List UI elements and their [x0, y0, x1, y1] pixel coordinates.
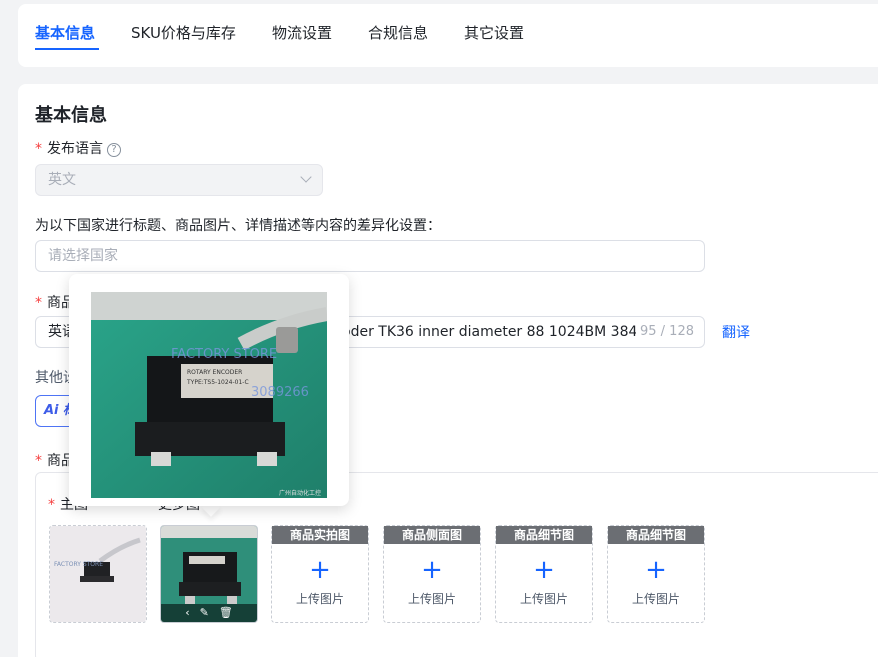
tab-sku-price-stock[interactable]: SKU价格与库存 [131, 22, 236, 43]
upload-text: 上传图片 [407, 592, 456, 606]
upload-slot-detail-2[interactable]: 商品细节图 + 上传图片 [607, 525, 705, 623]
photo-label-line: TYPE:TS5-1024-01-C [186, 379, 249, 386]
photo-caption: 广州自动化工控 [279, 489, 321, 497]
upload-text: 上传图片 [295, 592, 344, 606]
country-setting-label: 为以下国家进行标题、商品图片、详情描述等内容的差异化设置： [35, 218, 441, 234]
translate-link[interactable]: 翻译 [722, 322, 750, 342]
slot-header: 商品侧面图 [384, 526, 480, 544]
plus-icon: + [645, 555, 667, 585]
title-char-counter: 95 / 128 [636, 317, 694, 347]
section-title: 基本信息 [35, 105, 107, 126]
product-photo-large: ROTARY ENCODER TYPE:TS5-1024-01-C FACTOR… [91, 292, 327, 498]
product-image-thumbnail-hovered[interactable]: ‹ ✎ 🗑 [160, 525, 258, 623]
product-image-thumbnail[interactable]: FACTORY STORE [49, 525, 147, 623]
watermark-text: FACTORY STORE [171, 347, 277, 362]
plus-icon: + [309, 555, 331, 585]
watermark-phone: 3089266 [251, 385, 309, 400]
tab-compliance[interactable]: 合规信息 [368, 22, 428, 43]
language-label-text: 发布语言 [47, 141, 103, 157]
watermark-text: FACTORY STORE [54, 561, 103, 568]
slot-header: 商品细节图 [608, 526, 704, 544]
tab-other-settings[interactable]: 其它设置 [464, 22, 524, 43]
language-select[interactable]: 英文 [35, 164, 323, 196]
chevron-down-icon [300, 171, 312, 183]
required-mark: * [35, 453, 42, 469]
tab-logistics[interactable]: 物流设置 [272, 22, 332, 43]
tab-bar: 基本信息 SKU价格与库存 物流设置 合规信息 其它设置 [18, 4, 878, 67]
upload-text: 上传图片 [519, 592, 568, 606]
plus-icon: + [421, 555, 443, 585]
slot-header: 商品细节图 [496, 526, 592, 544]
required-mark: * [35, 141, 42, 157]
language-label: * 发布语言? [35, 138, 121, 158]
upload-slot-real-photo[interactable]: 商品实拍图 + 上传图片 [271, 525, 369, 623]
tab-basic-info[interactable]: 基本信息 [35, 22, 95, 43]
required-mark: * [48, 497, 55, 513]
edit-icon[interactable]: ✎ [200, 604, 209, 622]
active-tab-indicator [35, 48, 99, 50]
plus-icon: + [533, 555, 555, 585]
help-icon[interactable]: ? [107, 143, 121, 157]
upload-slot-side-view[interactable]: 商品侧面图 + 上传图片 [383, 525, 481, 623]
image-actions-toolbar: ‹ ✎ 🗑 [161, 604, 257, 622]
slot-header: 商品实拍图 [272, 526, 368, 544]
chevron-left-icon[interactable]: ‹ [185, 604, 189, 622]
product-photo-small: FACTORY STORE [50, 526, 146, 622]
language-select-value: 英文 [48, 172, 76, 188]
country-select-input[interactable]: 请选择国家 [35, 240, 705, 272]
upload-slot-detail-1[interactable]: 商品细节图 + 上传图片 [495, 525, 593, 623]
required-mark: * [35, 295, 42, 311]
photo-label-line: ROTARY ENCODER [187, 369, 242, 376]
image-preview-popover: ROTARY ENCODER TYPE:TS5-1024-01-C FACTOR… [69, 274, 349, 506]
trash-icon[interactable]: 🗑 [219, 604, 233, 622]
title-input-value: oder TK36 inner diameter 88 1024BM 3840 … [342, 324, 677, 340]
upload-text: 上传图片 [631, 592, 680, 606]
